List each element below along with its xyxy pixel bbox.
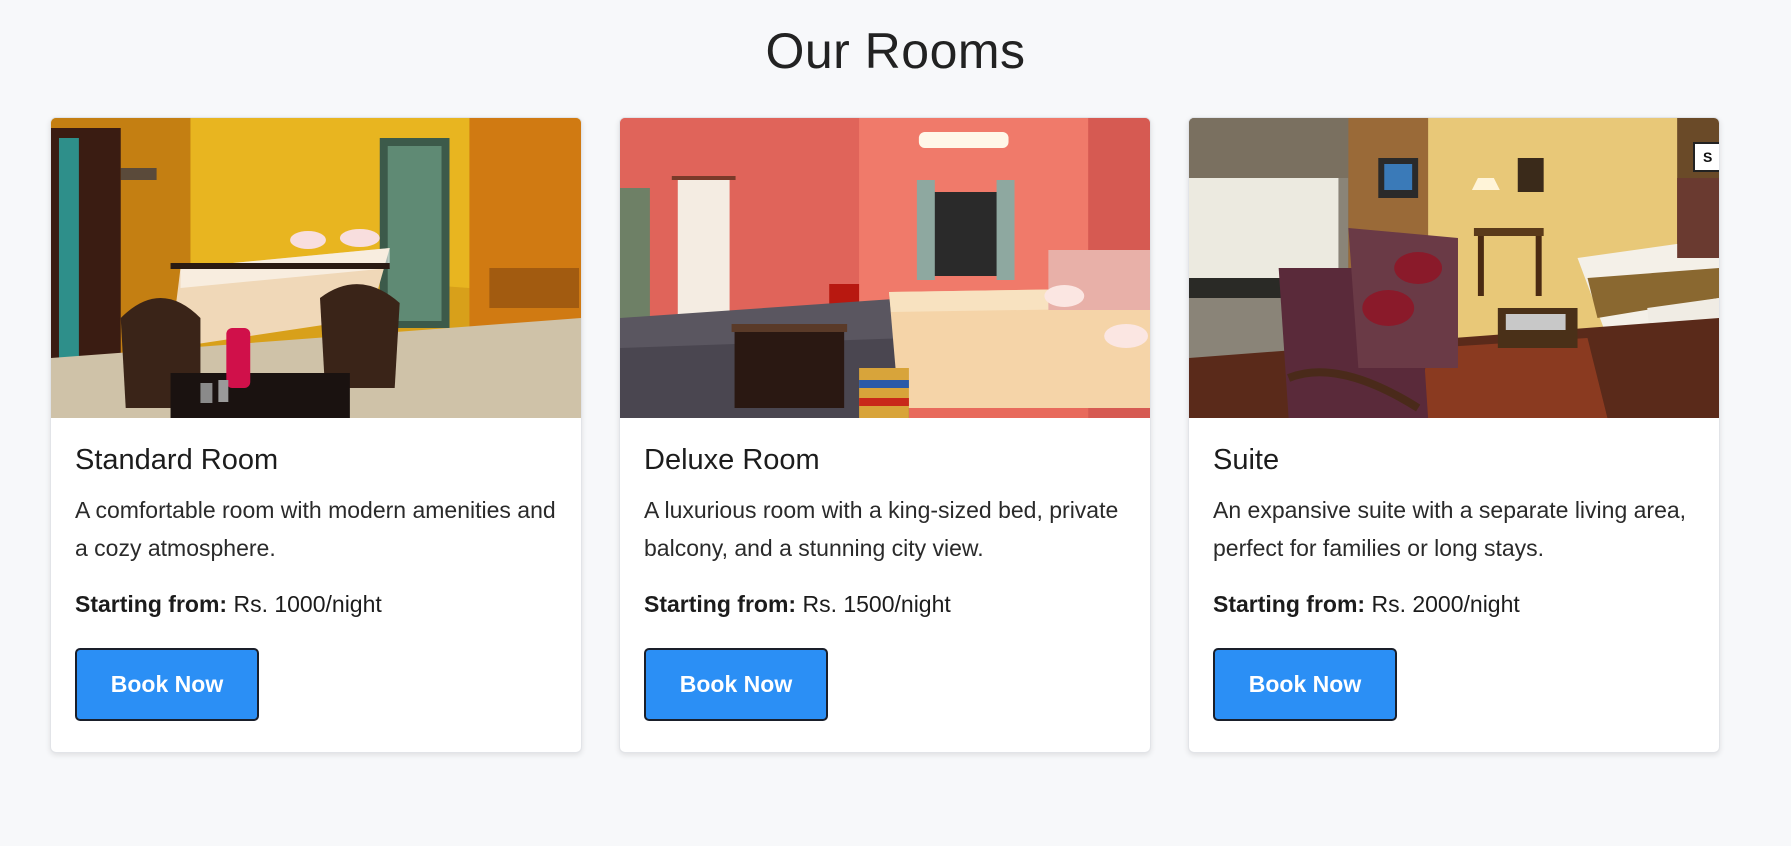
deluxe-room-photo [620, 118, 1150, 418]
room-description: An expansive suite with a separate livin… [1213, 497, 1687, 561]
room-card-suite: S Suite An expansive suite with a separa… [1188, 117, 1720, 753]
price-value: Rs. 1500/night [802, 591, 951, 617]
room-description: A luxurious room with a king-sized bed, … [644, 497, 1119, 561]
price-label: Starting from: [644, 591, 797, 617]
room-price: Starting from: Rs. 1000/night [75, 591, 557, 618]
room-card-standard: Standard Room A comfortable room with mo… [50, 117, 582, 753]
price-value: Rs. 2000/night [1371, 591, 1520, 617]
room-price: Starting from: Rs. 2000/night [1213, 591, 1695, 618]
suite-room-photo [1189, 118, 1719, 418]
price-value: Rs. 1000/night [233, 591, 382, 617]
price-label: Starting from: [75, 591, 228, 617]
room-title: Standard Room [75, 444, 279, 476]
room-description: A comfortable room with modern amenities… [75, 497, 556, 561]
book-now-button[interactable]: Book Now [75, 648, 259, 721]
room-title: Deluxe Room [644, 444, 820, 476]
page-title: Our Rooms [765, 23, 1026, 79]
room-card-deluxe: Deluxe Room A luxurious room with a king… [619, 117, 1151, 753]
book-now-button[interactable]: Book Now [644, 648, 828, 721]
room-cards: Standard Room A comfortable room with mo… [50, 117, 1720, 753]
rooms-page: Our Rooms Standard Room A comfortable ro… [0, 0, 1791, 846]
card-body: Standard Room A comfortable room with mo… [51, 418, 581, 721]
book-now-button[interactable]: Book Now [1213, 648, 1397, 721]
price-label: Starting from: [1213, 591, 1366, 617]
room-title: Suite [1213, 444, 1280, 476]
image-sign: S [1693, 142, 1719, 172]
deluxe-room-image [620, 118, 1150, 418]
standard-room-photo [51, 118, 581, 418]
card-body: Suite An expansive suite with a separate… [1189, 418, 1719, 721]
card-body: Deluxe Room A luxurious room with a king… [620, 418, 1150, 721]
room-price: Starting from: Rs. 1500/night [644, 591, 1126, 618]
suite-room-image: S [1189, 118, 1719, 418]
standard-room-image [51, 118, 581, 418]
